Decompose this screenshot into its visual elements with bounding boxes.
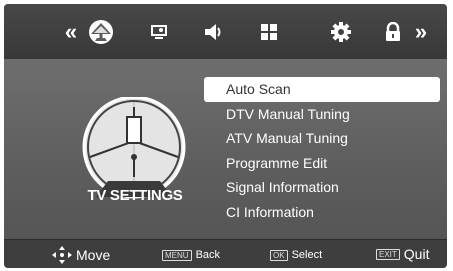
menu-item-auto-scan[interactable]: Auto Scan xyxy=(204,77,440,102)
exit-key-badge: EXIT xyxy=(376,248,400,260)
hint-select-label: Select xyxy=(291,249,323,261)
tab-lock[interactable] xyxy=(380,19,406,45)
satellite-dish-icon xyxy=(89,20,113,44)
tab-picture[interactable] xyxy=(146,19,172,45)
tuning-menu: Auto Scan DTV Manual Tuning ATV Manual T… xyxy=(204,77,440,224)
next-arrow[interactable]: » xyxy=(408,19,434,45)
hint-bar: Move MENU Back OK Select EXIT Quit xyxy=(4,239,447,268)
tab-sound[interactable] xyxy=(201,19,227,45)
picture-icon xyxy=(151,25,167,39)
menu-key-badge: MENU xyxy=(162,249,192,261)
ok-key-badge: OK xyxy=(270,249,288,261)
hint-move-label: Move xyxy=(76,247,111,263)
menu-item-ci-information[interactable]: CI Information xyxy=(204,200,440,225)
hint-back-label: Back xyxy=(195,249,221,261)
gear-icon xyxy=(331,22,351,42)
lock-icon xyxy=(386,22,400,41)
dpad-arrows-icon xyxy=(52,246,72,264)
prev-arrow-label: « xyxy=(64,19,78,44)
speaker-icon xyxy=(205,24,221,40)
menu-item-programme-edit[interactable]: Programme Edit xyxy=(204,151,440,176)
osd-frame: « » TV SETTINGS Auto Scan DTV Manual Tun… xyxy=(4,4,447,268)
prev-arrow[interactable]: « xyxy=(58,19,84,45)
settings-panel: TV SETTINGS Auto Scan DTV Manual Tuning … xyxy=(4,59,447,239)
tab-setup[interactable] xyxy=(328,19,354,45)
menu-item-signal-information[interactable]: Signal Information xyxy=(204,175,440,200)
grid-icon xyxy=(261,24,277,40)
menu-item-dtv-manual-tuning[interactable]: DTV Manual Tuning xyxy=(204,102,440,127)
hint-quit: EXIT Quit xyxy=(376,246,429,262)
tab-tv-settings[interactable] xyxy=(88,19,114,45)
top-menu-bar: « » xyxy=(4,4,447,60)
tab-channel[interactable] xyxy=(256,19,282,45)
next-arrow-label: » xyxy=(414,19,428,44)
hint-quit-label: Quit xyxy=(403,246,430,262)
menu-item-atv-manual-tuning[interactable]: ATV Manual Tuning xyxy=(204,126,440,151)
hint-back: MENU Back xyxy=(162,249,220,261)
hint-select: OK Select xyxy=(270,249,322,261)
page-title: TV SETTINGS xyxy=(87,187,183,204)
hint-move: Move xyxy=(52,246,110,264)
